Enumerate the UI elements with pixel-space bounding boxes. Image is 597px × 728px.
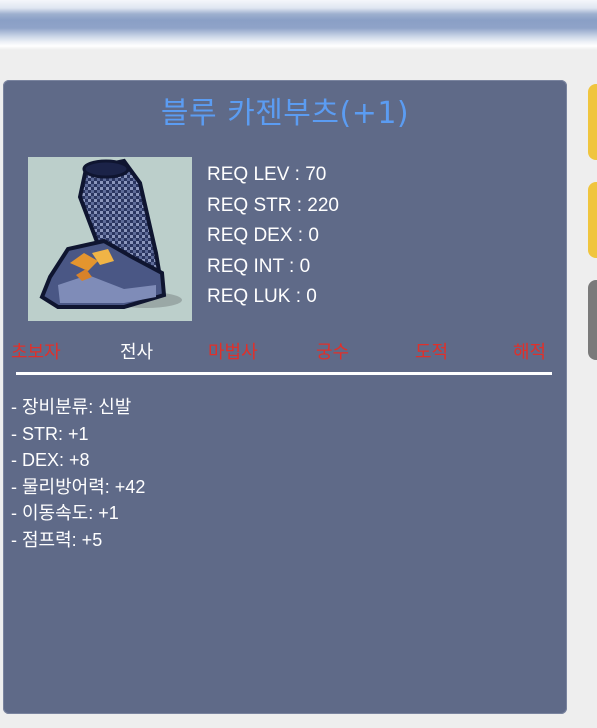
- item-stats: - 장비분류: 신발 - STR: +1 - DEX: +8 - 물리방어력: …: [11, 394, 145, 553]
- job-pirate: 해적: [513, 342, 547, 363]
- divider: [16, 372, 552, 375]
- job-magician: 마법사: [208, 342, 258, 363]
- header-bar: [0, 0, 597, 50]
- blue-boots-icon: [28, 157, 192, 321]
- stat-category: - 장비분류: 신발: [11, 397, 132, 417]
- job-list: 초보자 전사 마법사 궁수 도적 해적: [3, 338, 567, 368]
- item-tooltip-panel: 블루 카젠부츠(+1) REQ LEV : 70 REQ STR: 220 R…: [3, 80, 567, 714]
- job-warrior: 전사: [120, 342, 154, 363]
- job-thief: 도적: [415, 342, 449, 363]
- requirements-list: REQ LEV : 70 REQ STR : 220 REQ DEX : 0 R…: [207, 160, 339, 313]
- req-dex: REQ DEX : 0: [207, 225, 319, 246]
- side-tab-gray[interactable]: [588, 280, 597, 360]
- side-tab-yellow-1[interactable]: [588, 84, 597, 160]
- stat-str: - STR: +1: [11, 423, 89, 444]
- req-str: REQ STR : 220: [207, 194, 339, 216]
- req-luk: REQ LUK : 0: [207, 286, 317, 307]
- item-name: 블루 카젠부츠(+1): [160, 96, 410, 131]
- side-tab-yellow-2[interactable]: [588, 182, 597, 258]
- stat-dex: - DEX: +8: [11, 450, 90, 470]
- job-beginner: 초보자: [11, 342, 61, 363]
- req-lev: REQ LEV : 70: [207, 164, 327, 185]
- stat-defense: - 물리방어력: +42: [11, 476, 146, 497]
- stat-speed: - 이동속도: +1: [11, 503, 119, 523]
- req-int: REQ INT : 0: [207, 255, 311, 277]
- job-bowman: 궁수: [316, 342, 350, 363]
- stat-jump: - 점프력: +5: [11, 529, 103, 550]
